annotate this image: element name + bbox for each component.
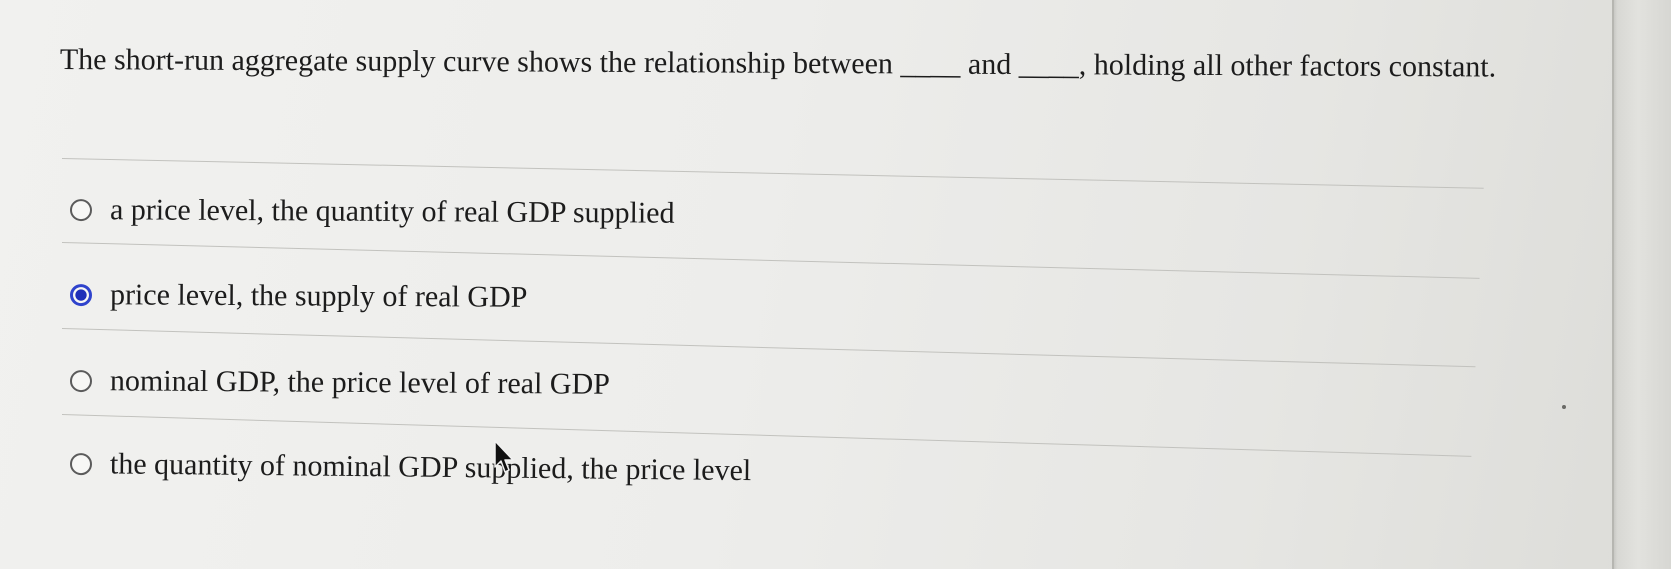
radio-empty-icon[interactable] <box>69 453 93 476</box>
divider-2 <box>61 328 1476 368</box>
mouse-pointer-icon <box>494 440 514 473</box>
option-d-label: the quantity of nominal GDP supplied, th… <box>109 447 752 488</box>
question-blank-1: ____ <box>900 47 961 81</box>
option-c-label: nominal GDP, the price level of real GDP <box>109 364 610 401</box>
question-blank-2: ____ <box>1018 48 1079 82</box>
screen-speck <box>1562 405 1566 409</box>
screen-bezel <box>1612 0 1671 569</box>
quiz-screen: The short-run aggregate supply curve sho… <box>0 0 1671 569</box>
option-c[interactable]: nominal GDP, the price level of real GDP <box>69 363 610 403</box>
option-a[interactable]: a price level, the quantity of real GDP … <box>69 192 675 232</box>
question-part-1: The short-run aggregate supply curve sho… <box>59 42 901 81</box>
question-part-3: , holding all other factors constant. <box>1078 48 1497 84</box>
question-text: The short-run aggregate supply curve sho… <box>60 38 1590 90</box>
radio-filled-icon[interactable] <box>69 284 93 307</box>
question-part-2: and <box>960 47 1019 82</box>
option-b[interactable]: price level, the supply of real GDP <box>69 277 528 316</box>
option-d[interactable]: the quantity of nominal GDP supplied, th… <box>69 446 752 489</box>
divider-top <box>61 158 1484 189</box>
option-b-label: price level, the supply of real GDP <box>109 278 528 314</box>
radio-empty-icon[interactable] <box>69 370 93 393</box>
option-a-label: a price level, the quantity of real GDP … <box>109 193 675 230</box>
divider-1 <box>61 242 1480 279</box>
radio-empty-icon[interactable] <box>69 199 93 222</box>
